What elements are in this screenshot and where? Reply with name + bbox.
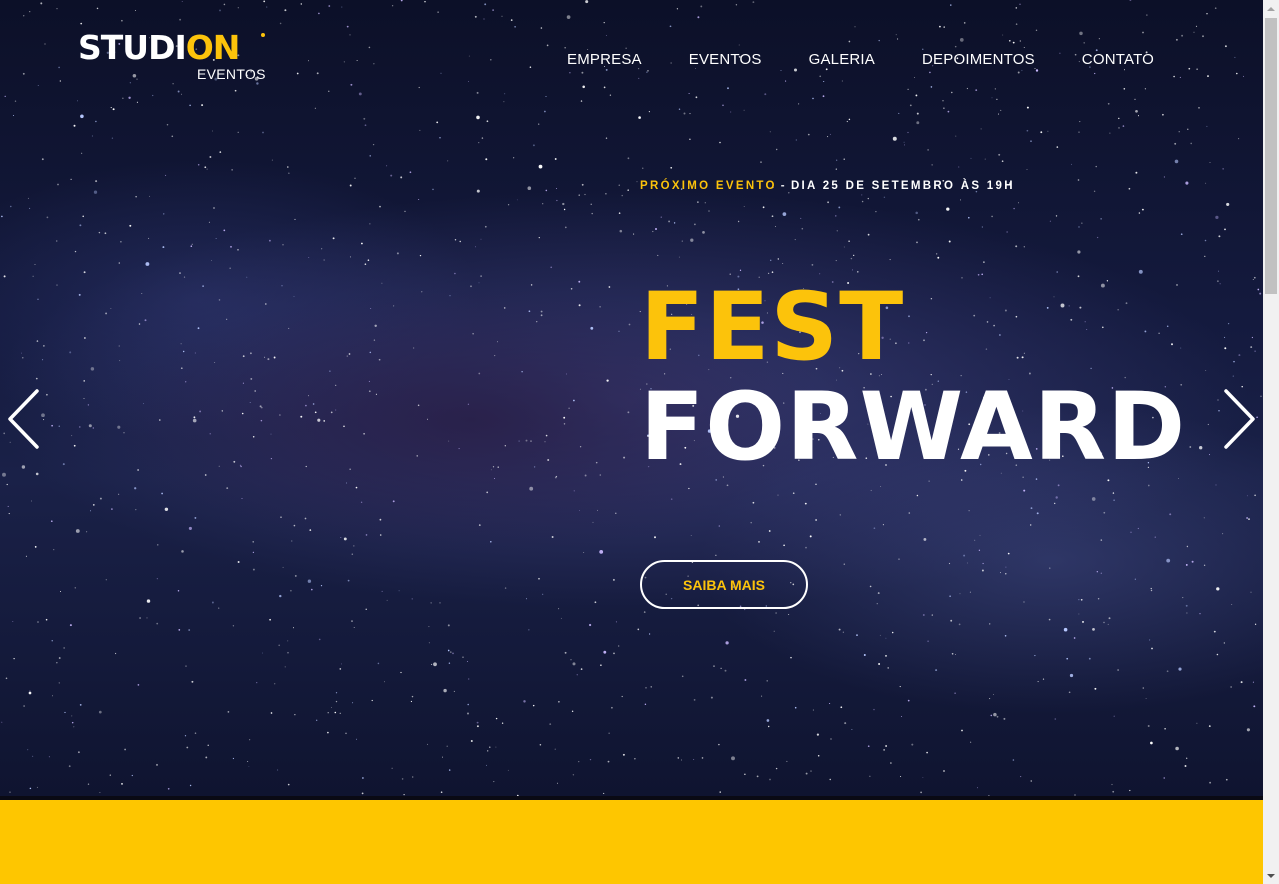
page: STUDION EVENTOS EMPRESA EVENTOS GALERIA … bbox=[0, 0, 1263, 884]
next-event-date: DIA 25 DE SETEMBRO ÀS 19H bbox=[790, 180, 1015, 192]
logo-registered-dot bbox=[261, 33, 265, 37]
hero-title-line1: FEST bbox=[640, 273, 905, 382]
next-event-separator: - bbox=[780, 180, 787, 192]
hero-banner: STUDION EVENTOS EMPRESA EVENTOS GALERIA … bbox=[0, 0, 1263, 796]
main-nav: EMPRESA EVENTOS GALERIA DEPOIMENTOS CONT… bbox=[567, 51, 1154, 68]
logo-wordmark: STUDION bbox=[78, 28, 240, 67]
yellow-section bbox=[0, 800, 1263, 884]
scroll-down-arrow-icon bbox=[1267, 873, 1275, 878]
hero-title: FEST FORWARD bbox=[640, 278, 1186, 478]
next-event-line: PRÓXIMO EVENTO - DIA 25 DE SETEMBRO ÀS 19H bbox=[640, 180, 1015, 192]
hero-title-line2: FORWARD bbox=[640, 373, 1187, 482]
slider-next-button[interactable] bbox=[1221, 388, 1257, 450]
chevron-right-icon bbox=[1224, 389, 1255, 449]
logo[interactable]: STUDION EVENTOS bbox=[78, 28, 268, 83]
logo-subtitle: EVENTOS bbox=[197, 66, 266, 82]
scroll-up-arrow-icon bbox=[1267, 6, 1275, 11]
chevron-left-icon bbox=[8, 389, 39, 449]
scroll-up-button[interactable] bbox=[1263, 0, 1279, 17]
nav-item-eventos[interactable]: EVENTOS bbox=[689, 51, 762, 68]
nav-item-empresa[interactable]: EMPRESA bbox=[567, 51, 642, 68]
nav-item-galeria[interactable]: GALERIA bbox=[809, 51, 875, 68]
next-event-label: PRÓXIMO EVENTO bbox=[640, 180, 777, 192]
slider-prev-button[interactable] bbox=[6, 388, 42, 450]
scrollbar-thumb[interactable] bbox=[1265, 18, 1277, 294]
nav-item-contato[interactable]: CONTATO bbox=[1082, 51, 1154, 68]
scroll-down-button[interactable] bbox=[1263, 867, 1279, 884]
saiba-mais-button[interactable]: SAIBA MAIS bbox=[640, 560, 808, 609]
nav-item-depoimentos[interactable]: DEPOIMENTOS bbox=[922, 51, 1035, 68]
